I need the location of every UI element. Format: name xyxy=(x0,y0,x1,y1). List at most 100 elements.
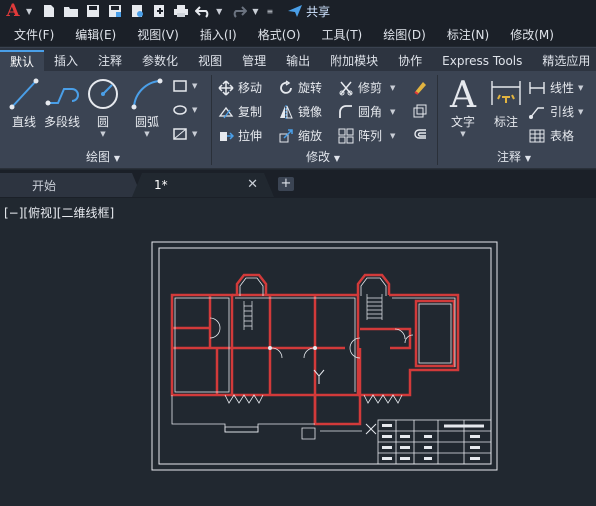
rotate-button[interactable]: 旋转 xyxy=(278,79,322,96)
hatch-dropdown-icon[interactable]: ▼ xyxy=(192,106,197,114)
save-icon[interactable] xyxy=(84,3,102,19)
arc-tool-button[interactable]: 圆弧 ▼ xyxy=(130,77,164,138)
share-label: 共享 xyxy=(306,4,331,19)
tab-collaborate[interactable]: 协作 xyxy=(388,50,432,72)
mirror-button[interactable]: 镜像 xyxy=(278,103,322,120)
menu-draw[interactable]: 绘图(D) xyxy=(383,26,426,43)
tab-insert[interactable]: 插入 xyxy=(44,50,88,72)
arc-dropdown-icon[interactable]: ▼ xyxy=(144,130,149,138)
stretch-button[interactable]: 拉伸 xyxy=(218,127,262,144)
dimension-tool-label: 标注 xyxy=(493,115,518,129)
menu-tools[interactable]: 工具(T) xyxy=(322,26,363,43)
offset-button[interactable] xyxy=(412,127,432,143)
boundary-tool-button[interactable]: ▼ xyxy=(172,127,197,141)
redo-dropdown-icon[interactable]: ▼ xyxy=(252,7,258,16)
close-tab-icon[interactable]: ✕ xyxy=(247,177,258,192)
dimension-tool-button[interactable]: 标注 xyxy=(488,75,524,130)
save-as-icon[interactable] xyxy=(106,3,124,19)
menu-view[interactable]: 视图(V) xyxy=(137,26,179,43)
drawing-canvas[interactable] xyxy=(0,198,596,506)
trim-button[interactable]: 修剪 ▼ xyxy=(338,79,395,96)
linear-dropdown-icon[interactable]: ▼ xyxy=(578,84,583,92)
share-button[interactable]: 共享 xyxy=(287,3,330,20)
tab-addins[interactable]: 附加模块 xyxy=(320,50,388,72)
undo-dropdown-icon[interactable]: ▼ xyxy=(216,7,222,16)
open-folder-icon[interactable] xyxy=(62,3,80,19)
new-tab-button[interactable]: + xyxy=(278,177,294,191)
menu-insert[interactable]: 插入(I) xyxy=(200,26,237,43)
draw-panel-title[interactable]: 绘图 ▼ xyxy=(86,149,120,165)
fillet-dropdown-icon[interactable]: ▼ xyxy=(390,108,395,116)
text-dropdown-icon[interactable]: ▼ xyxy=(460,130,465,138)
linear-label: 线性 xyxy=(550,81,575,95)
title-bar: A ▼ ▼ ▼ ≡ 共享 xyxy=(0,0,596,22)
tab-drawing-1[interactable]: 1* ✕ xyxy=(132,173,274,197)
tab-annotate[interactable]: 注释 xyxy=(88,50,132,72)
modify-panel-title[interactable]: 修改 ▼ xyxy=(306,149,340,165)
modify-panel-expand-icon: ▼ xyxy=(333,154,340,163)
circle-tool-button[interactable]: 圆 ▼ xyxy=(86,77,120,138)
tab-output[interactable]: 输出 xyxy=(276,50,320,72)
trim-icon xyxy=(339,81,353,95)
text-tool-label: 文字 xyxy=(450,115,475,129)
array-dropdown-icon[interactable]: ▼ xyxy=(390,132,395,140)
tab-view[interactable]: 视图 xyxy=(188,50,232,72)
rectangle-tool-button[interactable]: ▼ xyxy=(172,79,197,93)
boundary-dropdown-icon[interactable]: ▼ xyxy=(192,130,197,138)
text-tool-button[interactable]: A 文字 ▼ xyxy=(446,75,480,138)
rectangle-dropdown-icon[interactable]: ▼ xyxy=(192,82,197,90)
undo-icon[interactable] xyxy=(194,3,212,19)
scale-button[interactable]: 缩放 xyxy=(278,127,322,144)
menu-modify[interactable]: 修改(M) xyxy=(510,26,554,43)
tab-parametric[interactable]: 参数化 xyxy=(132,50,188,72)
fillet-button[interactable]: 圆角 ▼ xyxy=(338,103,395,120)
customize-toolbar-icon[interactable]: ≡ xyxy=(266,7,273,16)
erase-button[interactable] xyxy=(412,79,432,95)
rotate-label: 旋转 xyxy=(298,81,323,95)
explode-button[interactable] xyxy=(412,103,432,119)
save-web-icon[interactable] xyxy=(150,3,168,19)
polyline-tool-button[interactable]: 多段线 xyxy=(44,77,80,130)
hatch-tool-button[interactable]: ▼ xyxy=(172,103,197,117)
app-logo[interactable]: A xyxy=(0,0,26,22)
rectangle-icon xyxy=(173,80,187,92)
redo-icon[interactable] xyxy=(230,3,248,19)
menu-file[interactable]: 文件(F) xyxy=(14,26,54,43)
menu-bar: 文件(F) 编辑(E) 视图(V) 插入(I) 格式(O) 工具(T) 绘图(D… xyxy=(0,22,596,46)
menu-format[interactable]: 格式(O) xyxy=(258,26,301,43)
trim-dropdown-icon[interactable]: ▼ xyxy=(390,84,395,92)
app-menu-caret-icon[interactable]: ▼ xyxy=(26,7,32,16)
stretch-icon xyxy=(220,131,234,141)
linear-dimension-icon xyxy=(529,81,545,94)
plot-printer-icon[interactable] xyxy=(172,3,190,19)
tab-featured-apps[interactable]: 精选应用 xyxy=(532,50,596,72)
document-tab-bar: 开始 1* ✕ xyxy=(0,170,596,198)
move-button[interactable]: 移动 xyxy=(218,79,262,96)
leader-label: 引线 xyxy=(550,105,575,119)
ribbon-tabs: 默认 插入 注释 参数化 视图 管理 输出 附加模块 协作 Express To… xyxy=(0,47,596,72)
annotation-panel-title[interactable]: 注释 ▼ xyxy=(497,149,531,165)
mirror-icon xyxy=(280,104,293,119)
tab-manage[interactable]: 管理 xyxy=(232,50,276,72)
menu-dimension[interactable]: 标注(N) xyxy=(447,26,489,43)
table-label: 表格 xyxy=(550,129,575,143)
tab-express-tools[interactable]: Express Tools xyxy=(432,50,532,72)
table-button[interactable]: 表格 xyxy=(528,127,574,144)
quick-access-toolbar: ▼ ▼ ≡ 共享 xyxy=(40,0,330,22)
copy-button[interactable]: 复制 xyxy=(218,103,262,120)
array-label: 阵列 xyxy=(358,129,383,143)
table-icon xyxy=(529,129,545,142)
tab-default[interactable]: 默认 xyxy=(0,50,45,72)
linear-dimension-button[interactable]: 线性 ▼ xyxy=(528,79,583,96)
polyline-tool-label: 多段线 xyxy=(44,115,81,129)
line-tool-button[interactable]: 直线 xyxy=(8,77,40,130)
array-button[interactable]: 阵列 ▼ xyxy=(338,127,395,144)
new-file-icon[interactable] xyxy=(40,3,58,19)
open-web-icon[interactable] xyxy=(128,3,146,19)
tab-start[interactable]: 开始 xyxy=(0,173,142,197)
leader-dropdown-icon[interactable]: ▼ xyxy=(578,108,583,116)
modify-panel-label: 修改 xyxy=(306,150,331,164)
menu-edit[interactable]: 编辑(E) xyxy=(75,26,116,43)
leader-button[interactable]: 引线 ▼ xyxy=(528,103,583,120)
circle-dropdown-icon[interactable]: ▼ xyxy=(100,130,105,138)
